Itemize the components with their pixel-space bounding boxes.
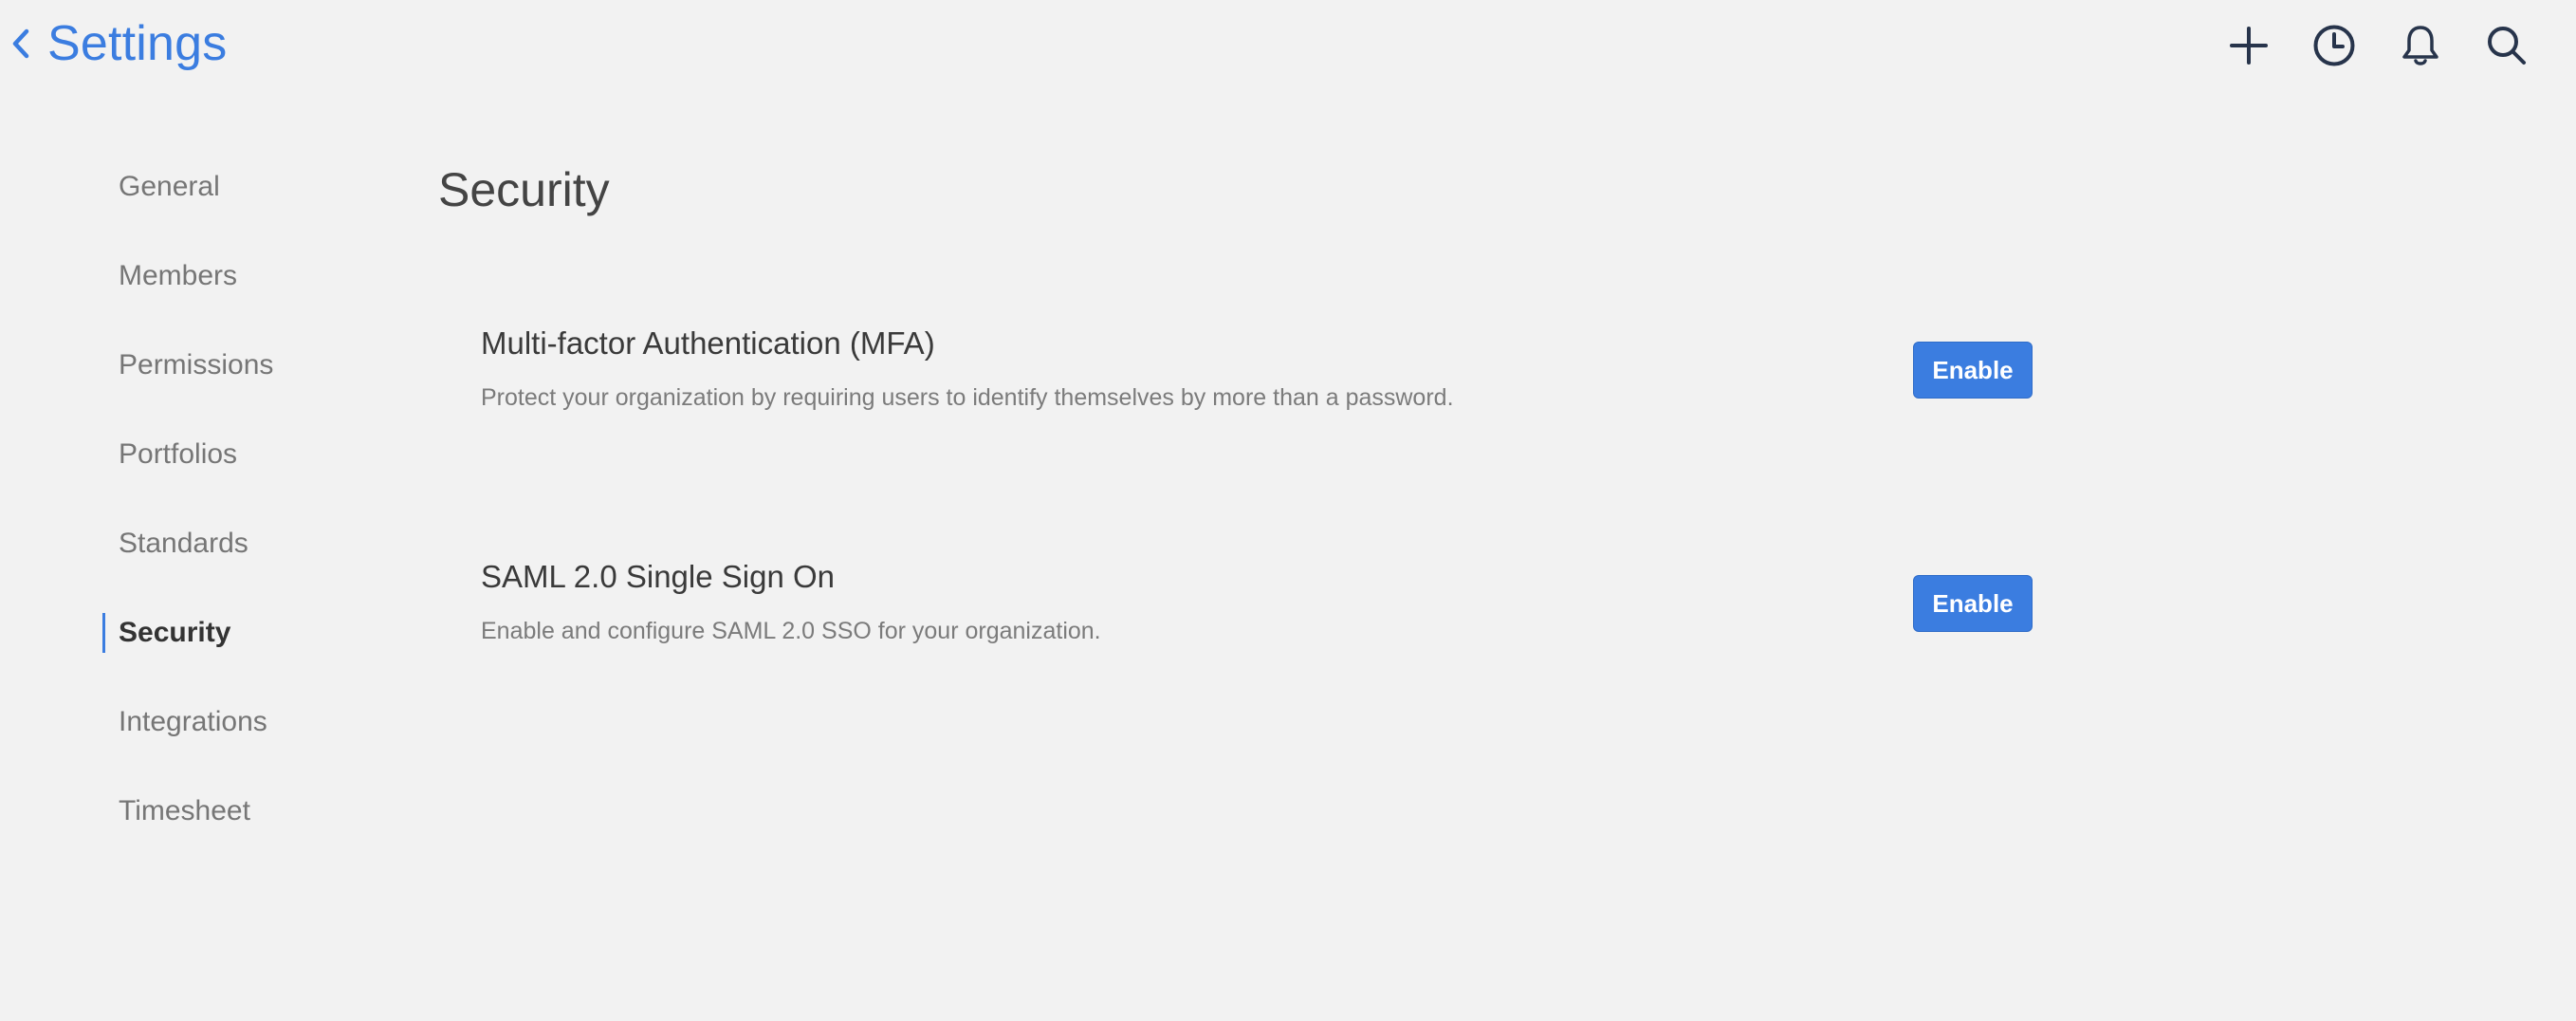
sidebar-item-portfolios[interactable]: Portfolios	[102, 410, 387, 499]
settings-page: Settings General Members Permissions Por…	[0, 0, 2576, 1021]
clock-icon[interactable]	[2308, 19, 2361, 72]
sidebar-item-integrations[interactable]: Integrations	[102, 678, 387, 767]
search-icon[interactable]	[2480, 19, 2533, 72]
saml-sso-title: SAML 2.0 Single Sign On	[481, 559, 835, 594]
sidebar-item-members[interactable]: Members	[102, 232, 387, 321]
enable-mfa-button[interactable]: Enable	[1913, 342, 2033, 399]
plus-icon[interactable]	[2222, 19, 2275, 72]
saml-sso-description: Enable and configure SAML 2.0 SSO for yo…	[481, 618, 1101, 644]
page-title: Settings	[47, 16, 228, 71]
enable-saml-sso-button[interactable]: Enable	[1913, 575, 2033, 632]
back-to-settings-link[interactable]: Settings	[9, 13, 228, 74]
security-settings-panel: Security Multi-factor Authentication (MF…	[438, 159, 2070, 644]
mfa-title: Multi-factor Authentication (MFA)	[481, 325, 935, 361]
settings-sidebar: General Members Permissions Portfolios S…	[102, 142, 387, 856]
sidebar-item-timesheet[interactable]: Timesheet	[102, 767, 387, 856]
saml-sso-setting: SAML 2.0 Single Sign On Enable and confi…	[481, 556, 2076, 660]
sidebar-item-standards[interactable]: Standards	[102, 499, 387, 588]
bell-icon[interactable]	[2394, 19, 2447, 72]
top-bar: Settings	[0, 0, 2576, 91]
section-title: Security	[438, 163, 610, 216]
chevron-left-icon	[9, 26, 32, 62]
sidebar-item-general[interactable]: General	[102, 142, 387, 232]
mfa-setting: Multi-factor Authentication (MFA) Protec…	[481, 323, 2076, 427]
sidebar-item-security[interactable]: Security	[102, 588, 387, 678]
sidebar-item-permissions[interactable]: Permissions	[102, 321, 387, 410]
mfa-description: Protect your organization by requiring u…	[481, 384, 1454, 411]
